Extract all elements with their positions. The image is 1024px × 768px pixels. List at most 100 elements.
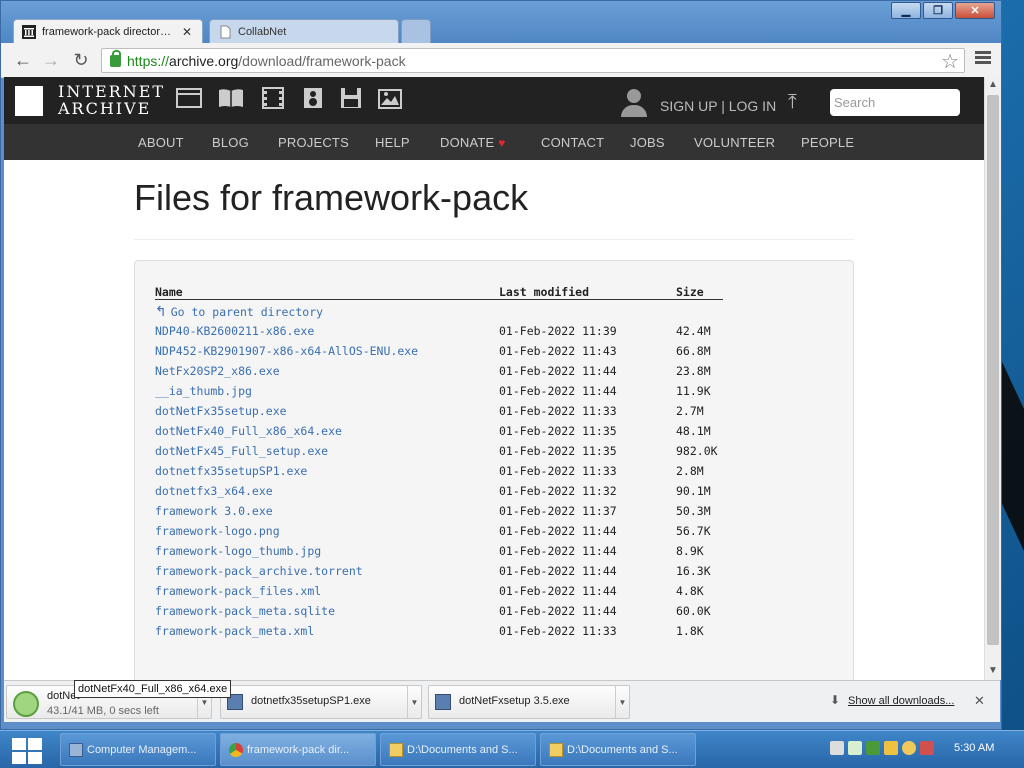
divider [134,239,854,240]
page-favicon-icon [220,25,231,38]
nav-blog[interactable]: BLOG [212,135,249,150]
audio-icon[interactable] [302,87,324,109]
table-row: dotNetFx35setup.exe 01-Feb-2022 11:33 2.7M [155,400,723,420]
nav-contact[interactable]: CONTACT [541,135,604,150]
file-link[interactable]: NetFx20SP2_x86.exe [155,364,280,378]
taskbar: Computer Managem... framework-pack dir..… [0,730,1024,768]
file-modified: 01-Feb-2022 11:33 [499,404,617,418]
bookmark-star-icon[interactable]: ☆ [941,49,959,74]
table-row: framework-pack_archive.torrent 01-Feb-202… [155,560,723,580]
ia-logo-icon[interactable] [15,86,43,116]
file-modified: 01-Feb-2022 11:44 [499,384,617,398]
scroll-down-icon[interactable]: ▼ [988,665,998,676]
nav-jobs[interactable]: JOBS [630,135,665,150]
tab-framework-pack[interactable]: framework-pack directory lis ✕ [13,19,203,43]
tab-collabnet[interactable]: CollabNet [209,19,399,43]
file-modified: 01-Feb-2022 11:39 [499,324,617,338]
nav-volunteer[interactable]: VOLUNTEER [694,135,775,150]
file-link[interactable]: framework-logo_thumb.jpg [155,544,321,558]
software-icon[interactable] [340,87,362,109]
taskbar-item-folder[interactable]: D:\Documents and S... [540,733,696,766]
download-item[interactable]: dotNetFxsetup 3.5.exe ▼ [428,685,630,719]
nav-donate[interactable]: DONATE ♥ [440,135,506,150]
start-button[interactable] [12,738,44,764]
images-icon[interactable] [378,87,402,109]
file-link[interactable]: NDP452-KB2901907-x86-x64-AllOS-ENU.exe [155,344,418,358]
signup-login-link[interactable]: SIGN UP | LOG IN [660,98,776,114]
shield-icon[interactable] [884,741,898,755]
file-modified: 01-Feb-2022 11:44 [499,524,617,538]
download-menu-chevron-icon[interactable]: ▼ [407,686,421,718]
file-size: 50.3M [676,504,711,518]
new-tab-button[interactable] [401,19,431,43]
smiley-icon[interactable] [902,741,916,755]
download-menu-chevron-icon[interactable]: ▼ [615,686,629,718]
scroll-up-icon[interactable]: ▲ [988,79,998,90]
taskbar-item-computer-management[interactable]: Computer Managem... [60,733,216,766]
file-link[interactable]: dotnetfx35setupSP1.exe [155,464,307,478]
download-arrow-icon: ⬇ [830,693,841,707]
file-rows: NDP40-KB2600211-x86.exe 01-Feb-2022 11:39… [155,320,723,640]
menu-icon[interactable] [975,51,991,65]
forward-icon[interactable]: → [39,49,63,71]
file-link[interactable]: dotNetFx45_Full_setup.exe [155,444,328,458]
file-size: 16.3K [676,564,711,578]
taskbar-item-folder[interactable]: D:\Documents and S... [380,733,536,766]
nav-about[interactable]: ABOUT [138,135,184,150]
col-header-modified[interactable]: Last modified [499,285,589,299]
nav-help[interactable]: HELP [375,135,410,150]
file-link[interactable]: framework-pack_meta.xml [155,624,314,638]
task-label: D:\Documents and S... [567,743,678,756]
task-label: framework-pack dir... [247,743,350,756]
user-avatar-icon[interactable] [621,89,647,119]
parent-directory-link[interactable]: Go to parent directory [171,305,323,319]
file-link[interactable]: dotNetFx35setup.exe [155,404,287,418]
search-input[interactable]: Search [830,89,960,116]
maximize-button[interactable]: ❐ [923,2,953,19]
web-icon[interactable] [176,87,202,109]
parent-directory-row[interactable]: ↰ Go to parent directory [155,300,723,320]
ia-logo-text[interactable]: INTERNET ARCHIVE [58,83,165,117]
show-all-downloads-link[interactable]: Show all downloads... [848,695,954,707]
minimize-button[interactable]: ▁ [891,2,921,19]
upload-icon[interactable]: ⤒ [788,91,797,114]
file-link[interactable]: framework-pack_files.xml [155,584,321,598]
close-window-button[interactable]: ✕ [955,2,995,19]
col-header-name[interactable]: Name [155,285,183,299]
close-shelf-icon[interactable]: ✕ [974,693,985,709]
tab-close-icon[interactable]: ✕ [182,25,192,39]
file-link[interactable]: NDP40-KB2600211-x86.exe [155,324,314,338]
table-row: __ia_thumb.jpg 01-Feb-2022 11:44 11.9K [155,380,723,400]
nav-people[interactable]: PEOPLE [801,135,854,150]
texts-icon[interactable] [218,87,244,109]
file-link[interactable]: dotnetfx3_x64.exe [155,484,273,498]
vertical-scrollbar[interactable]: ▲ ▼ [984,77,1001,680]
file-link[interactable]: framework-logo.png [155,524,280,538]
ia-header: INTERNET ARCHIVE SIGN UP | LOG IN ⤒ Sear… [4,77,984,124]
file-link[interactable]: dotNetFx40_Full_x86_x64.exe [155,424,342,438]
file-link[interactable]: framework-pack_archive.torrent [155,564,363,578]
tab-label: CollabNet [238,25,287,38]
task-label: Computer Managem... [87,743,197,756]
nav-projects[interactable]: PROJECTS [278,135,349,150]
back-icon[interactable]: ← [11,49,35,71]
col-header-size[interactable]: Size [676,285,704,299]
file-modified: 01-Feb-2022 11:37 [499,504,617,518]
video-icon[interactable] [260,87,286,109]
scroll-thumb[interactable] [987,95,999,645]
file-link[interactable]: __ia_thumb.jpg [155,384,252,398]
ia-nav-bar: ABOUT BLOG PROJECTS HELP DONATE ♥ CONTAC… [4,124,984,160]
tray-tool-icon[interactable] [920,741,934,755]
download-status: 43.1/41 MB, 0 secs left [47,705,159,717]
file-link[interactable]: framework-pack_meta.sqlite [155,604,335,618]
reload-icon[interactable]: ↻ [69,49,93,71]
file-link[interactable]: framework 3.0.exe [155,504,273,518]
address-bar[interactable]: https://archive.org/download/framework-p… [101,48,965,73]
logo-line2: ARCHIVE [58,99,152,118]
taskbar-item-browser[interactable]: framework-pack dir... [220,733,376,766]
title-bar: ▁ ❐ ✕ framework-pack directory lis ✕ Col… [1,1,1001,43]
download-item[interactable]: dotnetfx35setupSP1.exe ▼ [220,685,422,719]
network-icon[interactable] [848,741,862,755]
file-size: 90.1M [676,484,711,498]
tray-app-icon[interactable] [866,741,880,755]
